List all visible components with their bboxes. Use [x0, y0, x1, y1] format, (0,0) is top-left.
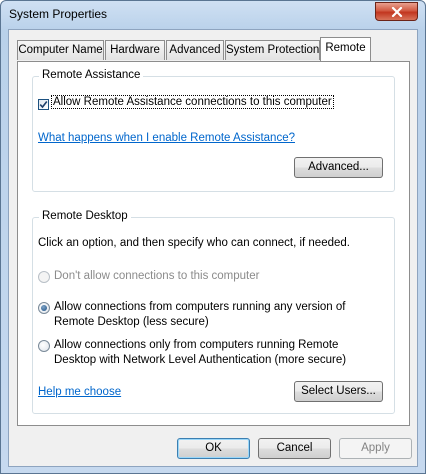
allow-remote-assistance-checkbox[interactable]: [38, 99, 49, 110]
tab-label: Computer Name: [18, 44, 103, 56]
remote-desktop-legend: Remote Desktop: [39, 210, 131, 222]
remote-assistance-legend: Remote Assistance: [39, 69, 144, 81]
tab-label: System Protection: [226, 44, 320, 56]
allow-nla-only-radio[interactable]: [38, 340, 50, 352]
tab-advanced[interactable]: Advanced: [166, 40, 224, 60]
ok-button[interactable]: OK: [177, 438, 250, 459]
remote-assistance-group: Remote Assistance Allow Remote Assistanc…: [32, 69, 395, 192]
tab-remote[interactable]: Remote: [320, 37, 371, 61]
system-properties-window: System Properties Computer Name Hardware…: [0, 0, 426, 474]
title-bar[interactable]: System Properties: [1, 1, 425, 29]
dialog-client-area: Computer Name Hardware Advanced System P…: [8, 29, 418, 467]
window-title: System Properties: [9, 7, 108, 21]
close-button[interactable]: [375, 2, 418, 21]
tab-hardware[interactable]: Hardware: [105, 40, 165, 60]
allow-nla-only-label-line2[interactable]: Desktop with Network Level Authenticatio…: [54, 354, 346, 366]
select-users-button[interactable]: Select Users...: [294, 381, 383, 402]
radio-selected-dot: [41, 305, 47, 311]
advanced-button[interactable]: Advanced...: [294, 157, 383, 178]
allow-remote-assistance-label[interactable]: Allow Remote Assistance connections to t…: [51, 95, 334, 109]
help-me-choose-link[interactable]: Help me choose: [38, 386, 121, 398]
allow-any-version-label-line2[interactable]: Remote Desktop (less secure): [54, 316, 209, 328]
remote-assistance-help-link[interactable]: What happens when I enable Remote Assist…: [38, 132, 295, 144]
tab-computer-name[interactable]: Computer Name: [17, 40, 104, 60]
tab-label: Remote: [325, 42, 366, 54]
remote-desktop-group: Remote Desktop Click an option, and then…: [32, 210, 395, 414]
dont-allow-connections-label[interactable]: Don't allow connections to this computer: [54, 270, 259, 282]
apply-button[interactable]: Apply: [339, 438, 412, 459]
tab-strip: Computer Name Hardware Advanced System P…: [17, 37, 409, 62]
close-icon: [391, 6, 402, 17]
cancel-button[interactable]: Cancel: [258, 438, 331, 459]
allow-any-version-label-line1[interactable]: Allow connections from computers running…: [54, 301, 345, 313]
tab-system-protection[interactable]: System Protection: [225, 40, 320, 60]
allow-nla-only-label-line1[interactable]: Allow connections only from computers ru…: [54, 339, 338, 351]
tab-label: Hardware: [110, 44, 160, 56]
checkmark-icon: [39, 101, 48, 109]
allow-any-version-radio[interactable]: [38, 302, 50, 314]
remote-desktop-instruction: Click an option, and then specify who ca…: [38, 237, 350, 249]
dont-allow-connections-radio[interactable]: [38, 271, 50, 283]
remote-tab-panel: Remote Assistance Allow Remote Assistanc…: [17, 61, 410, 426]
tab-label: Advanced: [169, 44, 221, 56]
